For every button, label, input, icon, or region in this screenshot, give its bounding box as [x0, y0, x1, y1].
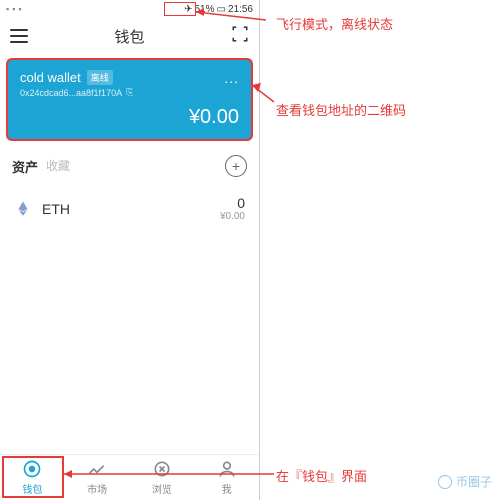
annotation-qrcode: 查看钱包地址的二维码	[276, 100, 406, 119]
wallet-name: cold wallet 离线	[20, 70, 133, 85]
wallet-card[interactable]: cold wallet 离线 0x24cdcad6...aa8f1f170A ⎘…	[6, 58, 253, 141]
asset-row-eth[interactable]: ETH 0 ¥0.00	[0, 183, 259, 234]
wallet-more-icon[interactable]: ...	[224, 70, 239, 86]
eth-icon	[14, 200, 32, 218]
arrow-airplane	[196, 6, 276, 26]
asset-amount: 0	[220, 195, 245, 211]
tab-assets[interactable]: 资产	[12, 157, 38, 176]
nav-highlight	[2, 456, 64, 498]
scan-icon[interactable]	[231, 25, 249, 48]
wallet-tag: 离线	[87, 70, 113, 85]
assets-section-header: 资产 收藏 +	[0, 145, 259, 183]
tab-collectibles[interactable]: 收藏	[46, 157, 70, 176]
wallet-balance: ¥0.00	[20, 106, 239, 129]
asset-name: ETH	[42, 201, 70, 217]
annotation-wallettab: 在『钱包』界面	[276, 466, 367, 485]
wallet-address[interactable]: 0x24cdcad6...aa8f1f170A ⎘	[20, 87, 133, 98]
menu-icon[interactable]	[10, 29, 28, 43]
airplane-highlight	[164, 2, 196, 16]
watermark-icon	[438, 475, 452, 489]
page-title: 钱包	[114, 26, 144, 47]
copy-icon[interactable]: ⎘	[126, 87, 133, 98]
annotation-airplane: 飞行模式，离线状态	[276, 14, 393, 33]
arrow-wallettab	[64, 464, 284, 484]
watermark: 币圈子	[438, 473, 492, 490]
status-left: ▪▪▪	[6, 4, 22, 14]
add-asset-button[interactable]: +	[225, 155, 247, 177]
asset-value: ¥0.00	[220, 211, 245, 222]
